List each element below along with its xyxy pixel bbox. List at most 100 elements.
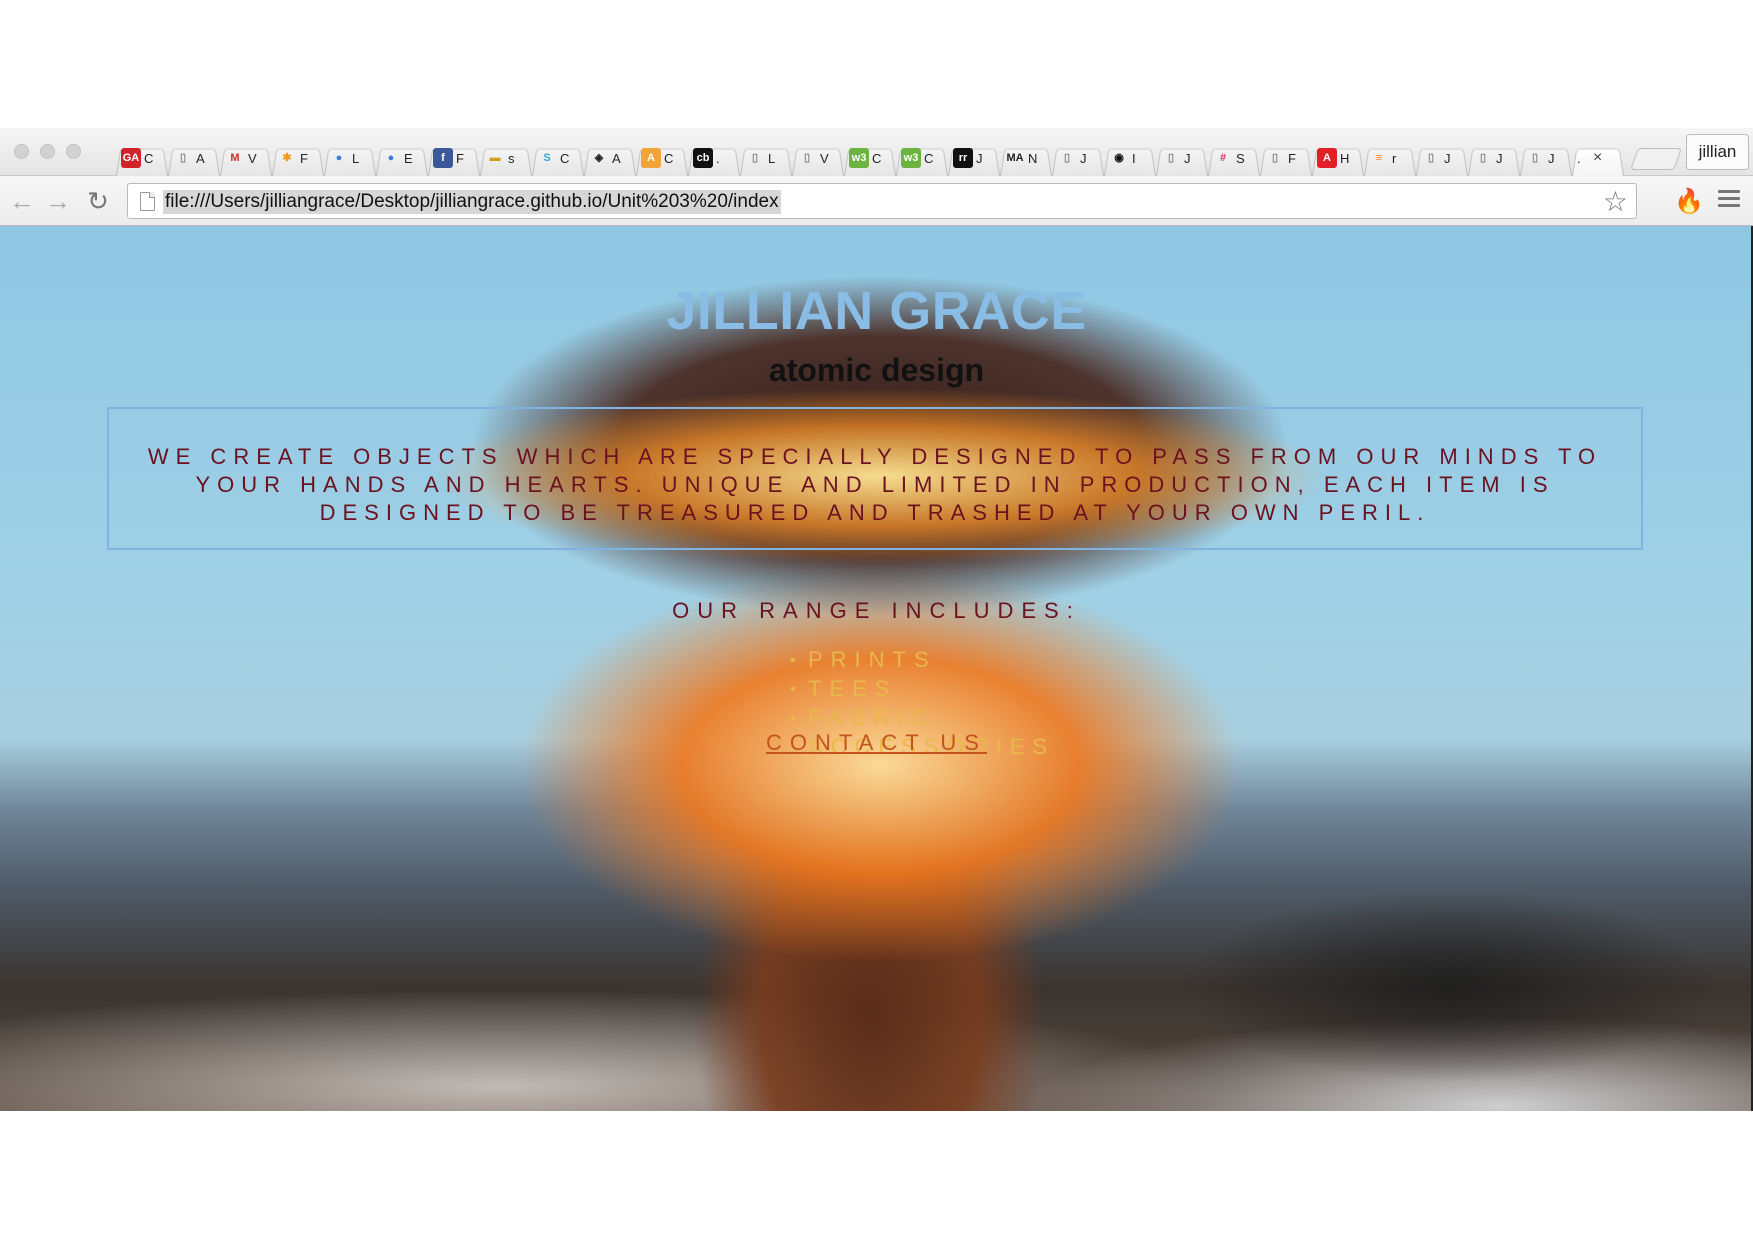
browser-tab[interactable]: MV [216,140,268,176]
a-circle-icon: A [641,148,661,168]
browser-tab[interactable]: ▯ L [736,140,788,176]
active-tab[interactable]: . × [1568,140,1620,176]
record-icon: ◉ [1114,151,1124,164]
browser-tab[interactable]: ▯ J [1516,140,1568,176]
back-arrow-icon: ← [9,185,35,216]
reload-icon: ↻ [87,185,109,216]
page-icon: ▯ [751,151,759,164]
page-icon: ▯ [179,151,187,164]
url-text[interactable]: file:///Users/jilliangrace/Desktop/jilli… [163,190,781,214]
tab-list: GA C ▯ A M V ✱ F ● L ● Ef F ▬ s S C ◈ A A Ccb. ▯ L ▯ Vw3 Cw3 Crr J M… [112,136,1620,176]
browser-tab[interactable]: fF [424,140,476,176]
tab-title: F [456,150,464,166]
new-tab-button[interactable] [1629,148,1683,170]
tab-title: I [1132,150,1136,166]
fire-extension-icon[interactable]: 🔥 [1674,187,1704,216]
browser-tab[interactable]: w3 C [840,140,892,176]
adobe-icon: A [1317,148,1337,168]
tab-title: A [612,150,621,166]
tab-title: s [508,150,515,166]
screen: GA C ▯ A M V ✱ F ● L ● Ef F ▬ s S C ◈ A A Ccb. ▯ L ▯ Vw3 Cw3 Crr J M… [0,0,1753,1240]
tab-title: V [820,150,829,166]
tab-title: C [664,150,674,166]
tab-title: F [1288,150,1296,166]
minimize-window-icon[interactable] [40,144,55,159]
forward-arrow-icon: → [45,185,71,216]
tab-title: L [768,150,776,166]
tab-title: C [144,150,154,166]
page-title: JILLIAN GRACE [666,281,1087,341]
page-icon: ▯ [1063,151,1071,164]
tab-title: E [404,150,413,166]
tab-title: . [1577,150,1581,166]
stack-icon: ≡ [1375,151,1383,164]
tab-title: F [300,150,308,166]
close-tab-icon[interactable]: × [1593,149,1602,167]
tab-strip: GA C ▯ A M V ✱ F ● L ● Ef F ▬ s S C ◈ A A Ccb. ▯ L ▯ Vw3 Cw3 Crr J M… [0,128,1753,176]
back-button[interactable]: ← [8,185,36,216]
tab-title: H [1340,150,1350,166]
maximize-window-icon[interactable] [66,144,81,159]
page-icon: ▯ [1531,151,1539,164]
bullet-icon: • [790,652,796,669]
rr-icon: rr [953,148,973,168]
page-icon: ▯ [803,151,811,164]
browser-tab[interactable]: ◈ A [580,140,632,176]
browser-tab[interactable]: AC [632,140,684,176]
gmail-icon: M [230,151,240,164]
address-bar[interactable]: file:///Users/jilliangrace/Desktop/jilli… [127,183,1637,219]
browser-tab[interactable]: SC [528,140,580,176]
bookmark-star-icon[interactable]: ☆ [1603,185,1628,218]
page-icon [140,192,155,211]
slack-icon: # [1219,151,1227,164]
browser-tab[interactable]: w3 C [892,140,944,176]
about-text: WE CREATE OBJECTS WHICH ARE SPECIALLY DE… [147,444,1603,525]
asterisk-icon: ✱ [282,151,292,164]
s-logo-icon: S [543,151,551,164]
tab-title: C [872,150,882,166]
browser-tab[interactable]: rr J [944,140,996,176]
browser-toolbar: ← → ↻ file:///Users/jilliangrace/Desktop… [0,176,1753,226]
w3-icon: w3 [849,148,869,168]
ma-icon: MA [1006,151,1024,164]
ga-icon: GA [121,148,141,168]
browser-tab[interactable]: GA C [112,140,164,176]
page-icon: ▯ [1427,151,1435,164]
browser-tab[interactable]: cb. [684,140,736,176]
video-icon: ● [335,151,343,164]
browser-tab[interactable]: ▯ J [1464,140,1516,176]
browser-tab[interactable]: ◉ I [1100,140,1152,176]
tab-title: N [1028,150,1038,166]
tab-title: J [1496,150,1503,166]
browser-tab[interactable]: MA N [996,140,1048,176]
browser-tab[interactable]: AH [1308,140,1360,176]
browser-tab[interactable]: ≡ r [1360,140,1412,176]
contact-link-row: CONTACT US [0,730,1753,756]
page-icon: ▯ [1271,151,1279,164]
browser-tab[interactable]: ▯ F [1256,140,1308,176]
about-box: WE CREATE OBJECTS WHICH ARE SPECIALLY DE… [107,407,1643,550]
close-window-icon[interactable] [14,144,29,159]
browser-tab[interactable]: ▯ J [1048,140,1100,176]
browser-tab[interactable]: ✱ F [268,140,320,176]
browser-tab[interactable]: ▯ J [1412,140,1464,176]
browser-tab[interactable]: ▬ s [476,140,528,176]
contact-us-link[interactable]: CONTACT US [766,730,987,755]
reload-button[interactable]: ↻ [84,185,112,216]
browser-tab[interactable]: ▯ A [164,140,216,176]
browser-tab[interactable]: # S [1204,140,1256,176]
browser-menu-button[interactable] [1718,190,1740,211]
tab-title: C [924,150,934,166]
browser-tab[interactable]: ● E [372,140,424,176]
page-icon: ▯ [1167,151,1175,164]
tab-title: L [352,150,360,166]
browser-tab[interactable]: ▯ V [788,140,840,176]
w3-icon: w3 [901,148,921,168]
profile-button[interactable]: jillian [1686,134,1749,170]
browser-tab[interactable]: ● L [320,140,372,176]
tab-title: A [196,150,205,166]
browser-tab[interactable]: ▯ J [1152,140,1204,176]
forward-button[interactable]: → [44,185,72,216]
facebook-icon: f [433,148,453,168]
page-icon: ▯ [1479,151,1487,164]
